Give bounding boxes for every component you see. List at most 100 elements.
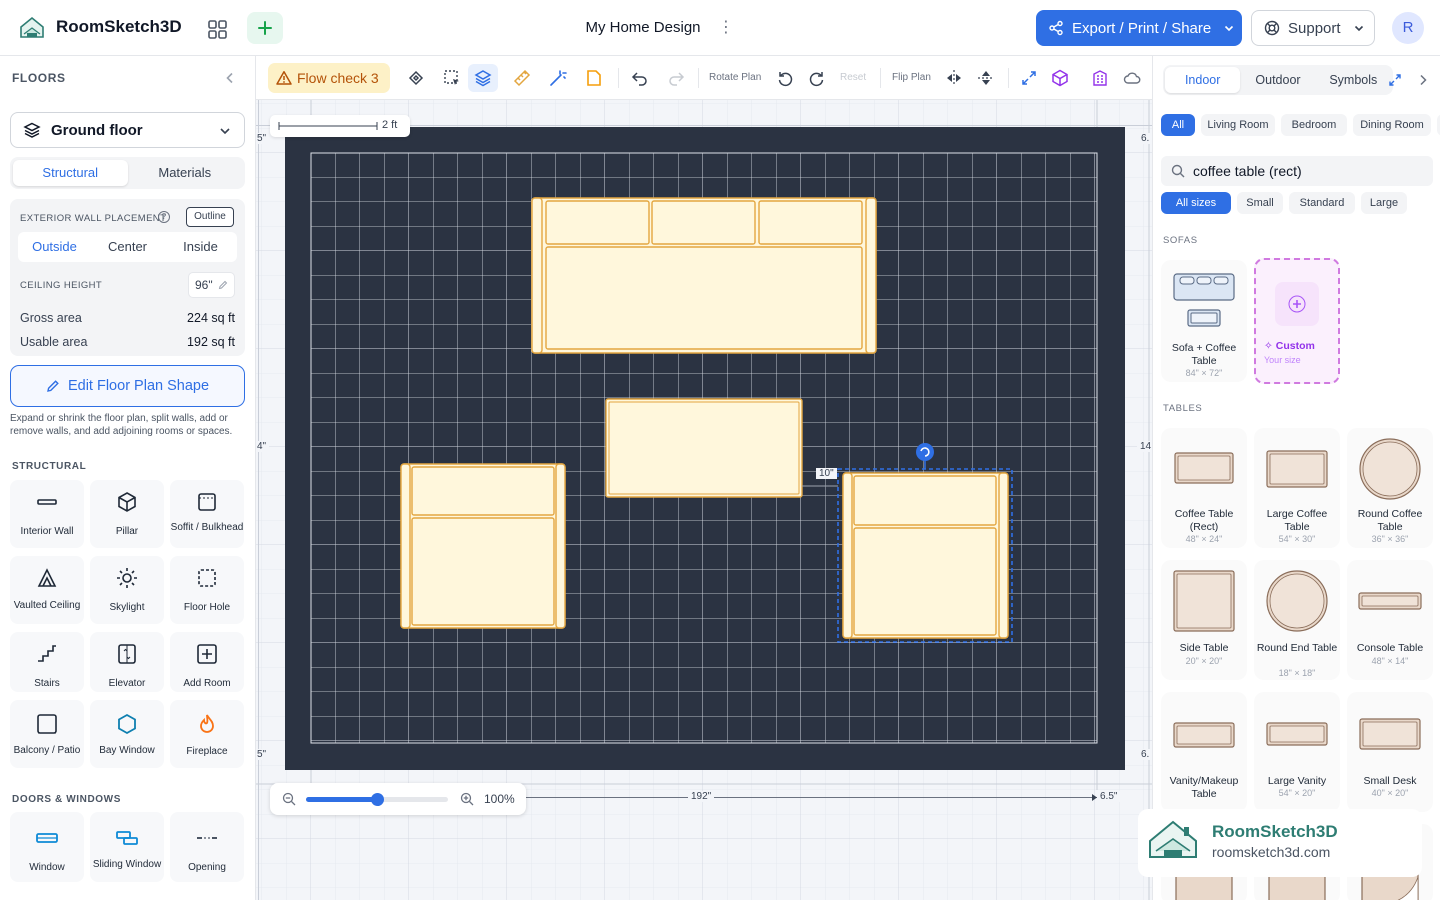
tool-soffit-bulkhead[interactable]: Soffit / Bulkhead — [170, 480, 244, 548]
tab-structural[interactable]: Structural — [13, 160, 128, 186]
tab-materials[interactable]: Materials — [128, 160, 243, 186]
catalog-card-small-desk[interactable]: Small Desk 40" × 20" — [1347, 692, 1433, 812]
ceiling-height-input[interactable]: 96" — [188, 272, 235, 298]
placement-center[interactable]: Center — [91, 232, 164, 262]
floor-select[interactable]: Ground floor — [10, 112, 245, 148]
zoom-out-icon[interactable] — [282, 792, 296, 806]
room-chip-all[interactable]: All — [1161, 114, 1195, 136]
support-button[interactable]: Support — [1251, 10, 1375, 46]
canvas-toolbar: Flow check 3 Rotate Plan Reset Flip Plan — [256, 56, 1152, 100]
armchair-right-furniture[interactable] — [842, 472, 1009, 639]
catalog-card-large-vanity[interactable]: Large Vanity 54" × 20" — [1254, 692, 1340, 812]
placement-outside[interactable]: Outside — [18, 232, 91, 262]
armchair-left-furniture[interactable] — [400, 463, 566, 629]
tab-indoor[interactable]: Indoor — [1165, 67, 1241, 93]
undo-icon[interactable] — [630, 68, 650, 88]
tool-sliding-window[interactable]: Sliding Window — [90, 812, 164, 882]
large-vanity-thumbnail — [1266, 722, 1328, 746]
tool-fireplace[interactable]: Fireplace — [170, 700, 244, 768]
tab-outdoor[interactable]: Outdoor — [1240, 67, 1315, 93]
fit-view-icon[interactable] — [1019, 68, 1039, 88]
export-print-share-button[interactable]: Export / Print / Share — [1036, 10, 1242, 46]
select-area-icon[interactable] — [442, 68, 462, 88]
layout-grid-icon[interactable] — [204, 16, 230, 42]
building-icon[interactable] — [1090, 68, 1110, 88]
note-icon[interactable] — [584, 68, 604, 88]
catalog-search-input[interactable]: coffee table (rect) — [1161, 156, 1433, 186]
size-chip-all[interactable]: All sizes — [1161, 192, 1231, 214]
zoom-slider-thumb[interactable] — [371, 793, 384, 806]
tool-pillar[interactable]: Pillar — [90, 480, 164, 548]
toolbar-divider — [1008, 68, 1009, 88]
size-chip-large[interactable]: Large — [1361, 192, 1407, 214]
tool-window[interactable]: Window — [10, 812, 84, 882]
size-chip-standard[interactable]: Standard — [1289, 192, 1355, 214]
room-chip-dining-room[interactable]: Dining Room — [1353, 114, 1431, 136]
rotate-handle-icon[interactable] — [916, 443, 934, 461]
room-chip-bedroom[interactable]: Bedroom — [1281, 114, 1347, 136]
collapse-panel-icon[interactable] — [222, 70, 238, 86]
user-avatar[interactable]: R — [1392, 12, 1424, 44]
tool-label: Vaulted Ceiling — [13, 600, 81, 611]
chevron-right-icon[interactable] — [1415, 72, 1431, 88]
zoom-slider[interactable] — [306, 793, 448, 806]
ruler-icon[interactable] — [512, 68, 532, 88]
tool-skylight[interactable]: Skylight — [90, 556, 164, 624]
catalog-card-sofa-coffee-table[interactable]: Sofa + Coffee Table 84" × 72" — [1161, 260, 1247, 382]
edit-floor-plan-shape-button[interactable]: Edit Floor Plan Shape — [10, 365, 245, 407]
tool-interior-wall[interactable]: Interior Wall — [10, 480, 84, 548]
placement-inside[interactable]: Inside — [164, 232, 237, 262]
flow-check-button[interactable]: Flow check 3 — [268, 63, 390, 93]
floor-plan-canvas[interactable]: 10" 192" 6.5" 4" 14 5" 6. 5" 6. 2 ft 100… — [256, 100, 1152, 900]
search-value: coffee table (rect) — [1193, 163, 1302, 179]
floor-hole-icon — [198, 569, 216, 587]
layers-toggle[interactable] — [468, 64, 498, 92]
tool-opening[interactable]: Opening — [170, 812, 244, 882]
expand-icon[interactable] — [1387, 72, 1403, 88]
catalog-card-vanity-makeup-table[interactable]: Vanity/Makeup Table — [1161, 692, 1247, 812]
card-size: 48" × 24" — [1185, 534, 1223, 544]
tab-symbols[interactable]: Symbols — [1316, 67, 1391, 93]
tool-vaulted-ceiling[interactable]: Vaulted Ceiling — [10, 556, 84, 624]
flip-vertical-icon[interactable] — [976, 68, 996, 88]
room-chip-living-room[interactable]: Living Room — [1201, 114, 1275, 136]
more-vertical-icon[interactable]: ⋮ — [718, 19, 734, 37]
reset-button[interactable]: Reset — [840, 72, 866, 83]
catalog-card-side-table[interactable]: Side Table 20" × 20" — [1161, 560, 1247, 680]
share-icon — [1049, 20, 1063, 36]
size-chip-small[interactable]: Small — [1237, 192, 1283, 214]
catalog-card-custom[interactable]: ✧ Custom Your size — [1254, 258, 1340, 384]
tool-label: Add Room — [183, 678, 231, 689]
zoom-in-icon[interactable] — [460, 792, 474, 806]
tool-add-room[interactable]: Add Room — [170, 632, 244, 692]
outline-toggle[interactable]: Outline — [186, 207, 234, 227]
add-design-button[interactable] — [247, 12, 283, 44]
tool-stairs[interactable]: Stairs — [10, 632, 84, 692]
chevron-down-icon — [1225, 25, 1234, 32]
rotate-right-icon[interactable] — [807, 68, 827, 88]
cloud-icon[interactable] — [1122, 68, 1142, 88]
magic-snap-icon[interactable] — [406, 68, 426, 88]
watermark-url: roomsketch3d.com — [1212, 844, 1331, 860]
flip-horizontal-icon[interactable] — [944, 68, 964, 88]
magic-wand-icon[interactable] — [548, 68, 568, 88]
help-icon[interactable]: ? — [158, 211, 170, 223]
3d-view-icon[interactable] — [1050, 68, 1070, 88]
document-title[interactable]: My Home Design — [560, 19, 726, 36]
catalog-card-large-coffee-table[interactable]: Large Coffee Table 54" × 30" — [1254, 428, 1340, 548]
tool-elevator[interactable]: Elevator — [90, 632, 164, 692]
sofa-furniture[interactable] — [531, 197, 877, 354]
rotate-left-icon[interactable] — [775, 68, 795, 88]
ceiling-height-value: 96" — [195, 278, 213, 292]
catalog-card-round-end-table[interactable]: Round End Table 18" × 18" — [1254, 560, 1340, 680]
structural-materials-tabs: Structural Materials — [10, 157, 245, 189]
catalog-card-round-coffee-table[interactable]: Round Coffee Table 36" × 36" — [1347, 428, 1433, 548]
tool-balcony-patio[interactable]: Balcony / Patio — [10, 700, 84, 768]
catalog-card-coffee-table-rect[interactable]: Coffee Table (Rect) 48" × 24" — [1161, 428, 1247, 548]
catalog-card-console-table[interactable]: Console Table 48" × 14" — [1347, 560, 1433, 680]
tool-floor-hole[interactable]: Floor Hole — [170, 556, 244, 624]
coffee-table-furniture[interactable] — [605, 398, 803, 498]
redo-icon[interactable] — [666, 68, 686, 88]
toolbar-divider — [880, 68, 881, 88]
tool-bay-window[interactable]: Bay Window — [90, 700, 164, 768]
